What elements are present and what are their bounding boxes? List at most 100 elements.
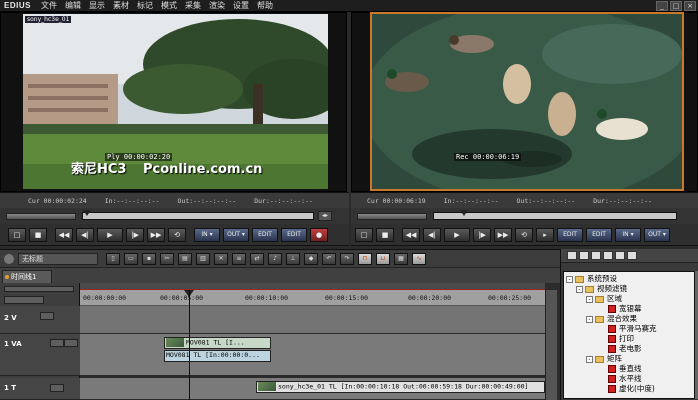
link-icon[interactable]: ⊔	[376, 252, 390, 265]
recorder-seekbar[interactable]	[433, 210, 677, 220]
player-in-button[interactable]: IN ▾	[194, 227, 220, 242]
tree-item[interactable]: - 矩阵	[586, 354, 622, 364]
player-rewind-button[interactable]: ◀◀	[55, 227, 73, 242]
player-step-back-button[interactable]: ◀|	[76, 227, 94, 242]
recorder-step-forward-button[interactable]: |▶	[473, 227, 491, 242]
cut-icon[interactable]: ✂	[160, 252, 174, 265]
recorder-play-button[interactable]: ▶	[444, 227, 470, 242]
close-button[interactable]: ×	[684, 1, 696, 11]
tree-item[interactable]: 平滑马赛克	[608, 324, 657, 334]
recorder-out-button[interactable]: OUT ▾	[644, 227, 670, 242]
recorder-shuttle-slider[interactable]	[357, 212, 427, 220]
recorder-in-button[interactable]: IN ▾	[615, 227, 641, 242]
timeline-ruler[interactable]: 00:00:00:00 00:00:05:00 00:00:10:00 00:0…	[80, 290, 545, 306]
player-loop-button[interactable]: ◂▸	[318, 211, 332, 221]
recorder-step-back-button[interactable]: ◀|	[423, 227, 441, 242]
snap-icon[interactable]: ⊓	[358, 252, 372, 265]
new-sequence-icon[interactable]: ▯	[106, 252, 120, 265]
menu-view[interactable]: 显示	[85, 0, 109, 11]
timeline-playhead[interactable]	[189, 290, 190, 400]
recorder-stop-button[interactable]: □	[355, 227, 373, 242]
tree-item[interactable]: 宽银幕	[608, 304, 642, 314]
zoom-slider[interactable]	[4, 286, 74, 292]
player-seek-playhead[interactable]	[83, 210, 91, 216]
tree-item[interactable]: 水平线	[608, 374, 642, 384]
delete-icon[interactable]: ✕	[214, 252, 228, 265]
effect-view-icon[interactable]	[579, 251, 589, 260]
menu-file[interactable]: 文件	[37, 0, 61, 11]
effect-view-icon[interactable]	[603, 251, 613, 260]
menu-clip[interactable]: 素材	[109, 0, 133, 11]
copy-icon[interactable]: ▤	[178, 252, 192, 265]
effect-view-icon[interactable]	[591, 251, 601, 260]
effect-view-icon[interactable]	[615, 251, 625, 260]
track-toggle[interactable]	[64, 339, 78, 347]
menu-mode[interactable]: 模式	[157, 0, 181, 11]
clip-title[interactable]: sony_hc3e_01 TL [In:00:00:10:18 Out:00:0…	[256, 381, 545, 393]
track-toggle[interactable]	[40, 312, 54, 320]
player-overwrite-edit-button[interactable]: EDIT	[281, 227, 307, 242]
player-record-button[interactable]: ●	[310, 227, 328, 242]
group-icon[interactable]: ▦	[394, 252, 408, 265]
ripple-icon[interactable]: ≡	[232, 252, 246, 265]
track-header-1va[interactable]: 1 VA	[0, 334, 80, 376]
mix-icon[interactable]: ♪	[268, 252, 282, 265]
tree-item[interactable]: 垂直线	[608, 364, 642, 374]
tree-item[interactable]: 打印	[608, 334, 634, 344]
track-2v[interactable]	[80, 306, 545, 334]
redo-icon[interactable]: ↷	[340, 252, 354, 265]
save-project-icon[interactable]: ▪	[142, 252, 156, 265]
recorder-insert-edit-button[interactable]: EDIT	[557, 227, 583, 242]
player-insert-edit-button[interactable]: EDIT	[252, 227, 278, 242]
track-mode-select[interactable]	[4, 296, 44, 304]
player-play-button[interactable]: ▶	[97, 227, 123, 242]
player-fast-forward-button[interactable]: ▶▶	[147, 227, 165, 242]
menu-help[interactable]: 帮助	[253, 0, 277, 11]
tree-item[interactable]: - 系统预设	[566, 274, 617, 284]
menu-edit[interactable]: 编辑	[61, 0, 85, 11]
minimize-button[interactable]: _	[656, 1, 668, 11]
open-project-icon[interactable]: ▭	[124, 252, 138, 265]
effect-view-icon[interactable]	[627, 251, 637, 260]
project-name-field[interactable]: 无标题	[18, 252, 98, 265]
tab-timeline-1[interactable]: 时间线1	[2, 270, 52, 283]
player-out-button[interactable]: OUT ▾	[223, 227, 249, 242]
recorder-seek-playhead[interactable]	[460, 210, 468, 216]
player-stop-button[interactable]: □	[8, 227, 26, 242]
track-toggle[interactable]	[50, 339, 64, 347]
recorder-play-range-button[interactable]: ▸	[536, 227, 554, 242]
recorder-overwrite-edit-button[interactable]: EDIT	[586, 227, 612, 242]
menu-marker[interactable]: 标记	[133, 0, 157, 11]
track-1va[interactable]: MOV081 TL [I... MOV081 TL [In:00:00:0...	[80, 334, 545, 376]
menu-render[interactable]: 渲染	[205, 0, 229, 11]
split-icon[interactable]: ⊥	[286, 252, 300, 265]
clip-audio[interactable]: MOV081 TL [In:00:00:0...	[164, 350, 271, 362]
track-header-1t[interactable]: 1 T	[0, 378, 80, 400]
undo-icon[interactable]: ↶	[322, 252, 336, 265]
menu-capture[interactable]: 采集	[181, 0, 205, 11]
recorder-loop-play-button[interactable]: ⟲	[515, 227, 533, 242]
tree-item[interactable]: - 混合效果	[586, 314, 637, 324]
player-seekbar[interactable]	[82, 210, 314, 220]
recorder-stop2-button[interactable]: ■	[376, 227, 394, 242]
effect-view-icon[interactable]	[567, 251, 577, 260]
wave-icon[interactable]: ∿	[412, 252, 426, 265]
track-toggle[interactable]	[50, 384, 64, 392]
tree-item[interactable]: 老电影	[608, 344, 642, 354]
clip-video[interactable]: MOV081 TL [I...	[164, 337, 271, 349]
player-shuttle-slider[interactable]	[6, 212, 76, 220]
timeline-vertical-scrollbar[interactable]	[545, 290, 557, 400]
recorder-rewind-button[interactable]: ◀◀	[402, 227, 420, 242]
player-step-forward-button[interactable]: |▶	[126, 227, 144, 242]
maximize-button[interactable]: □	[670, 1, 682, 11]
menu-settings[interactable]: 设置	[229, 0, 253, 11]
sync-icon[interactable]: ⇄	[250, 252, 264, 265]
recorder-fast-forward-button[interactable]: ▶▶	[494, 227, 512, 242]
player-loop-play-button[interactable]: ⟲	[168, 227, 186, 242]
player-stop2-button[interactable]: ■	[29, 227, 47, 242]
paste-icon[interactable]: ▥	[196, 252, 210, 265]
track-1t[interactable]: sony_hc3e_01 TL [In:00:00:10:18 Out:00:0…	[80, 378, 545, 400]
tree-item[interactable]: - 区域	[586, 294, 622, 304]
track-header-2v[interactable]: 2 V	[0, 306, 80, 334]
marker-icon[interactable]: ◆	[304, 252, 318, 265]
